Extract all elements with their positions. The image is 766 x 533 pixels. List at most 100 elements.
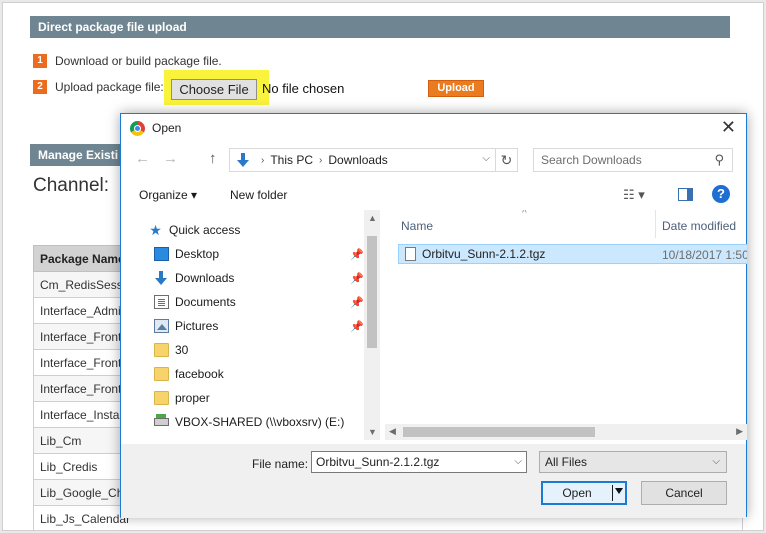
file-date-modified: 10/18/2017 1:50 <box>662 248 747 262</box>
breadcrumb-downloads[interactable]: Downloads <box>328 153 387 167</box>
file-name-input[interactable]: Orbitvu_Sunn-2.1.2.tgz ⌵ <box>311 451 527 473</box>
step-2: 2 Upload package file: <box>33 80 164 94</box>
navigation-row: ← → ↑ › This PC › Downloads ⌵ ↻ Search D… <box>121 148 746 172</box>
network-drive-icon <box>154 414 169 426</box>
address-bar[interactable]: › This PC › Downloads ⌵ <box>229 148 496 172</box>
breadcrumb-separator: › <box>261 154 265 166</box>
help-icon[interactable]: ? <box>712 185 730 203</box>
column-header-date-modified[interactable]: Date modified <box>662 219 736 233</box>
sidebar-item-label: Documents <box>175 295 236 309</box>
sidebar-item-downloads[interactable]: Downloads 📌 <box>154 266 364 290</box>
split-divider <box>612 485 613 501</box>
download-icon <box>237 153 249 167</box>
column-header-name[interactable]: Name <box>401 219 433 233</box>
new-folder-button[interactable]: New folder <box>230 188 287 202</box>
no-file-chosen-text: No file chosen <box>262 81 345 96</box>
file-type-select[interactable]: All Files ⌵ <box>539 451 727 473</box>
search-icon: ⚲ <box>714 152 724 167</box>
title-bar[interactable]: Open ✕ <box>121 114 746 142</box>
chevron-down-icon[interactable]: ⌵ <box>514 452 522 472</box>
cancel-button[interactable]: Cancel <box>641 481 727 505</box>
sidebar-item-desktop[interactable]: Desktop 📌 <box>154 242 364 266</box>
file-name-label: File name: <box>252 457 309 471</box>
file-row-selected[interactable]: Orbitvu_Sunn-2.1.2.tgz 10/18/2017 1:50 <box>398 244 747 264</box>
open-button[interactable]: Open <box>541 481 627 505</box>
sidebar-item-pictures[interactable]: Pictures 📌 <box>154 314 364 338</box>
column-headers: ^ Name Date modified <box>385 210 747 238</box>
sidebar-item-label: Quick access <box>169 223 241 237</box>
pin-icon: 📌 <box>350 272 364 285</box>
sidebar-item-30[interactable]: 30 <box>154 338 380 362</box>
scrollbar-thumb[interactable] <box>367 236 377 348</box>
column-divider[interactable] <box>655 210 656 238</box>
sidebar-item-label: Pictures <box>175 319 219 333</box>
up-arrow-icon[interactable]: ↑ <box>209 150 217 167</box>
chevron-down-icon[interactable]: ⌵ <box>482 153 490 164</box>
preview-pane-icon[interactable] <box>678 188 693 201</box>
file-icon <box>405 247 416 261</box>
folder-icon <box>154 343 169 357</box>
file-type-value: All Files <box>545 455 588 469</box>
section-header-upload: Direct package file upload <box>30 16 730 38</box>
sidebar-item-label: 30 <box>175 343 189 357</box>
scroll-down-icon[interactable]: ▼ <box>368 427 377 437</box>
file-list-pane: ^ Name Date modified Orbitvu_Sunn-2.1.2.… <box>385 210 747 442</box>
choose-file-button[interactable]: Choose File <box>171 79 257 100</box>
scrollbar-thumb[interactable] <box>403 427 595 437</box>
upload-button[interactable]: Upload <box>428 80 484 97</box>
star-icon: ★ <box>149 222 162 238</box>
channel-label: Channel: <box>33 175 110 196</box>
step-number: 2 <box>33 80 47 94</box>
sidebar-item-facebook[interactable]: facebook <box>154 362 380 386</box>
folder-icon <box>154 367 169 381</box>
forward-arrow-icon[interactable]: → <box>163 150 178 167</box>
scroll-left-icon[interactable]: ◀ <box>389 426 396 437</box>
step-text: Download or build package file. <box>55 54 222 68</box>
navigation-pane: ★ Quick access Desktop 📌 Downloads 📌 Doc… <box>122 210 380 442</box>
search-placeholder: Search Downloads <box>541 153 642 167</box>
organize-menu[interactable]: Organize ▾ <box>139 188 197 202</box>
open-file-dialog: Open ✕ ← → ↑ › This PC › Downloads ⌵ ↻ S… <box>120 113 747 518</box>
sidebar-item-proper[interactable]: proper <box>154 386 380 410</box>
step-text: Upload package file: <box>55 80 164 94</box>
search-input[interactable]: Search Downloads ⚲ <box>533 148 733 172</box>
navigation-scrollbar[interactable]: ▲ ▼ <box>364 210 380 440</box>
desktop-icon <box>154 247 169 261</box>
pin-icon: 📌 <box>350 248 364 261</box>
sidebar-item-vbox-shared[interactable]: VBOX-SHARED (\\vboxsrv) (E:) <box>154 410 380 434</box>
documents-icon <box>154 295 169 309</box>
scroll-up-icon[interactable]: ▲ <box>368 213 377 223</box>
folder-icon <box>154 391 169 405</box>
sort-indicator-icon: ^ <box>522 210 527 219</box>
sidebar-item-label: Desktop <box>175 247 220 261</box>
sidebar-item-documents[interactable]: Documents 📌 <box>154 290 364 314</box>
sidebar-item-label: facebook <box>175 367 224 381</box>
breadcrumb-this-pc[interactable]: This PC <box>270 153 313 167</box>
pin-icon: 📌 <box>350 296 364 309</box>
sidebar-item-label: Downloads <box>175 271 235 285</box>
step-number: 1 <box>33 54 47 68</box>
close-icon[interactable]: ✕ <box>721 117 736 138</box>
pictures-icon <box>154 319 169 333</box>
step-1: 1 Download or build package file. <box>33 54 222 68</box>
refresh-button[interactable]: ↻ <box>496 148 518 172</box>
download-icon <box>154 271 169 285</box>
sidebar-item-quick-access[interactable]: ★ Quick access <box>148 218 380 242</box>
view-options-icon[interactable]: ☷ ▾ <box>623 187 645 203</box>
back-arrow-icon[interactable]: ← <box>135 150 150 167</box>
sidebar-item-label: proper <box>175 391 210 405</box>
dropdown-arrow-icon[interactable] <box>615 488 623 494</box>
scroll-right-icon[interactable]: ▶ <box>736 426 743 437</box>
dialog-footer: File name: Orbitvu_Sunn-2.1.2.tgz ⌵ All … <box>121 444 746 518</box>
pin-icon: 📌 <box>350 320 364 333</box>
sidebar-item-label: VBOX-SHARED (\\vboxsrv) (E:) <box>175 415 345 429</box>
file-name-value: Orbitvu_Sunn-2.1.2.tgz <box>316 455 440 469</box>
dialog-toolbar: Organize ▾ New folder ☷ ▾ ? <box>121 180 746 210</box>
open-button-label: Open <box>562 486 592 500</box>
chrome-icon <box>130 121 145 136</box>
chevron-down-icon[interactable]: ⌵ <box>712 452 720 472</box>
dialog-title: Open <box>152 121 182 135</box>
breadcrumb-separator: › <box>319 154 323 166</box>
horizontal-scrollbar[interactable]: ◀ ▶ <box>385 424 747 440</box>
file-name: Orbitvu_Sunn-2.1.2.tgz <box>422 247 546 261</box>
